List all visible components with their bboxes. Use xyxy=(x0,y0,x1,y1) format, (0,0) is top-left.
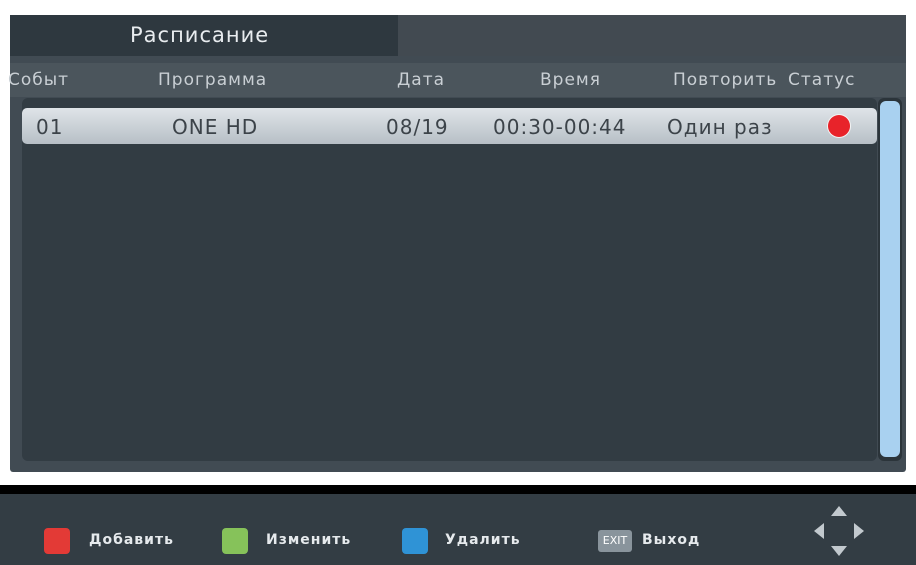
exit-label: Выход xyxy=(642,532,701,548)
tab-schedule-label: Расписание xyxy=(130,23,270,47)
tab-schedule[interactable]: Расписание xyxy=(10,15,398,56)
blue-key-icon[interactable] xyxy=(402,528,428,554)
tab-strip: Расписание xyxy=(10,15,906,56)
exit-key-icon[interactable]: EXIT xyxy=(598,530,632,552)
scrollbar[interactable] xyxy=(878,98,902,461)
row-repeat: Один раз xyxy=(667,115,773,139)
column-program: Программа xyxy=(158,70,268,90)
schedule-panel: Расписание Событ Программа Дата Время По… xyxy=(8,15,906,472)
edit-label: Изменить xyxy=(266,532,352,548)
row-program: ONE HD xyxy=(172,115,259,139)
add-label: Добавить xyxy=(89,532,174,548)
red-key-icon[interactable] xyxy=(44,528,70,554)
dpad-icon xyxy=(814,506,864,556)
row-date: 08/19 xyxy=(386,115,449,139)
row-event: 01 xyxy=(36,115,64,139)
table-row[interactable]: 01 ONE HD 08/19 00:30-00:44 Один раз xyxy=(22,108,877,144)
table-header: Событ Программа Дата Время Повторить Ста… xyxy=(8,63,906,97)
schedule-list: 01 ONE HD 08/19 00:30-00:44 Один раз xyxy=(22,98,877,461)
scrollbar-thumb[interactable] xyxy=(880,101,900,457)
schedule-screen: Расписание Событ Программа Дата Время По… xyxy=(0,0,916,565)
footer-bar: Добавить Изменить Удалить EXIT Выход xyxy=(0,494,916,565)
green-key-icon[interactable] xyxy=(222,528,248,554)
divider xyxy=(0,485,916,494)
recording-status-icon xyxy=(828,115,850,137)
column-event: Событ xyxy=(8,70,70,90)
column-date: Дата xyxy=(397,70,446,90)
row-time: 00:30-00:44 xyxy=(493,115,627,139)
column-repeat: Повторить xyxy=(673,70,778,90)
column-time: Время xyxy=(540,70,601,90)
delete-label: Удалить xyxy=(445,532,521,548)
column-status: Статус xyxy=(788,70,856,90)
